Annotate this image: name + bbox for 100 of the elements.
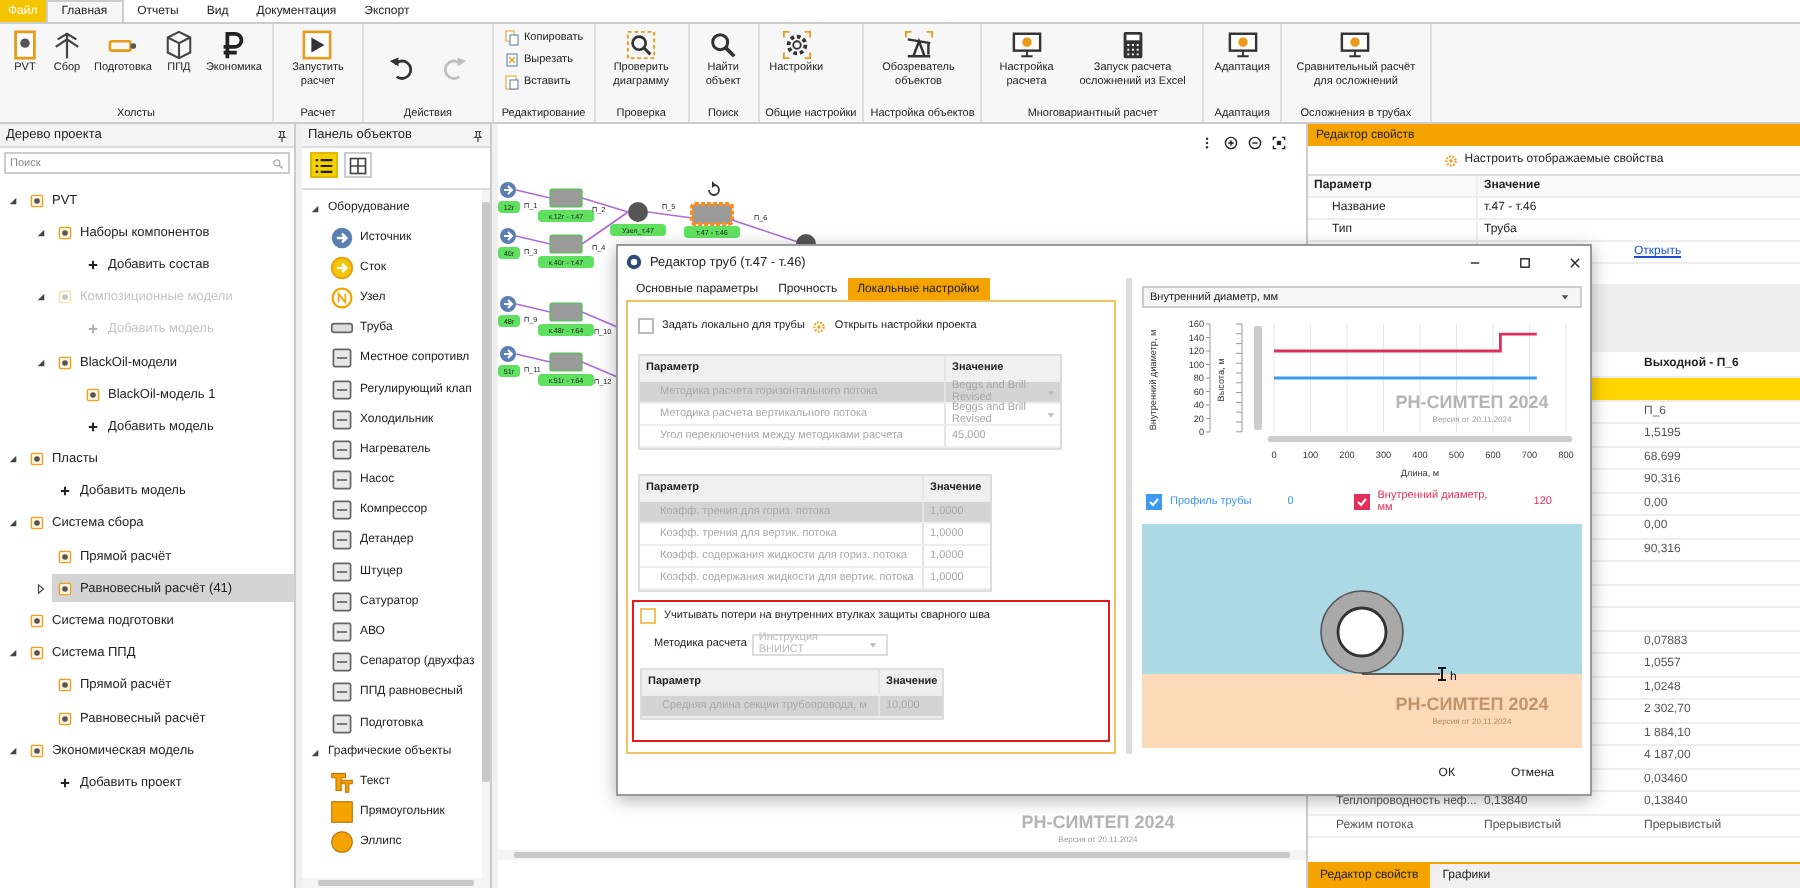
list-view-button[interactable] — [310, 152, 338, 178]
checkbox[interactable] — [638, 318, 654, 334]
equipment-icon — [330, 528, 354, 553]
expander-icon[interactable] — [36, 583, 46, 594]
caret-icon — [868, 639, 879, 649]
watermark-title: РН-СИМТЕП 2024 — [1021, 812, 1175, 832]
tree-item-icon — [30, 193, 44, 208]
tree-item-icon — [58, 581, 72, 596]
source-node[interactable] — [500, 296, 516, 312]
monitor-icon — [1340, 30, 1371, 60]
pin-icon[interactable] — [276, 129, 288, 141]
tree-item-icon — [58, 549, 72, 564]
pipe-line[interactable] — [515, 303, 551, 313]
watermark-title: РН-СИМТЕП 2024 — [1395, 694, 1549, 714]
leader-line — [1361, 673, 1441, 675]
expander-icon[interactable] — [36, 227, 46, 238]
plus-icon — [86, 257, 100, 272]
tree-item-icon — [30, 646, 44, 661]
tree-item-icon — [58, 290, 72, 305]
cut-icon — [503, 52, 520, 68]
scrollbar[interactable] — [1254, 326, 1262, 430]
legend-checkbox[interactable] — [1353, 494, 1370, 510]
expander-icon[interactable] — [8, 745, 18, 756]
plus-icon — [86, 322, 100, 337]
source-node[interactable] — [500, 228, 516, 244]
legend-checkbox[interactable] — [1146, 494, 1162, 510]
equipment-icon — [330, 468, 354, 493]
expander-icon[interactable] — [8, 648, 18, 659]
equipment-icon — [330, 589, 354, 614]
scrollbar[interactable] — [302, 878, 490, 888]
arrow-circle-icon — [330, 225, 354, 250]
grid-view-button[interactable] — [344, 152, 372, 178]
equipment-icon — [330, 407, 354, 432]
label-background — [684, 226, 740, 238]
label-background — [538, 324, 594, 336]
source-node[interactable] — [500, 182, 516, 198]
label-background — [498, 365, 520, 377]
copy-icon — [503, 30, 520, 46]
arrow-circle-icon — [330, 255, 354, 280]
label-background — [498, 201, 520, 213]
zoom-in-icon[interactable] — [1224, 136, 1238, 150]
checkbox[interactable] — [640, 608, 656, 624]
rotate-icon[interactable] — [708, 181, 720, 196]
fit-icon[interactable] — [1272, 136, 1286, 150]
equipment-icon — [330, 711, 354, 736]
junction-node[interactable] — [628, 202, 648, 222]
pipe-line[interactable] — [731, 219, 799, 243]
label-background — [538, 374, 594, 386]
expander-icon[interactable] — [8, 454, 18, 465]
plus-icon — [58, 484, 72, 499]
search-icon — [272, 157, 284, 169]
ruble-sign-icon — [218, 30, 249, 60]
label-background — [498, 315, 520, 327]
caret-icon — [1046, 387, 1056, 397]
equipment-icon — [330, 680, 354, 705]
plus-icon — [58, 775, 72, 790]
more-icon[interactable] — [1200, 136, 1214, 150]
search-icon — [708, 30, 739, 60]
tree-item-icon — [58, 711, 72, 726]
scrollbar[interactable] — [498, 850, 1306, 860]
document-icon — [10, 30, 40, 60]
tree-item-icon — [86, 387, 100, 402]
equipment-icon — [330, 377, 354, 402]
tree-item-icon — [58, 355, 72, 370]
equipment-icon — [330, 437, 354, 462]
scrollbar[interactable] — [482, 190, 490, 878]
label-background — [538, 210, 594, 222]
pipe-line[interactable] — [581, 197, 629, 213]
scrollbar[interactable] — [1268, 436, 1572, 442]
equipment-icon — [330, 620, 354, 645]
expander-icon[interactable] — [310, 747, 320, 758]
tree-item-icon — [30, 743, 44, 758]
pin-icon[interactable] — [472, 129, 484, 141]
play-icon — [302, 30, 333, 60]
pipe-line[interactable] — [647, 211, 693, 219]
close-icon[interactable] — [1568, 255, 1582, 269]
expander-icon[interactable] — [310, 203, 320, 213]
paste-icon — [503, 74, 520, 90]
equipment-icon — [330, 559, 354, 584]
caret-icon — [1560, 292, 1570, 302]
pumpjack-icon — [903, 30, 934, 60]
expander-icon[interactable] — [8, 518, 18, 529]
tree-item-icon — [30, 516, 44, 531]
expander-icon[interactable] — [8, 195, 18, 206]
maximize-icon[interactable] — [1518, 255, 1532, 269]
pipe-line[interactable] — [515, 235, 551, 245]
text-tool-icon — [330, 769, 354, 794]
expander-icon[interactable] — [36, 357, 46, 368]
pipe-line[interactable] — [515, 353, 551, 363]
rectangle-icon — [330, 799, 354, 824]
pipe-line[interactable] — [515, 189, 551, 199]
label-background — [610, 224, 666, 236]
cube-icon — [163, 30, 194, 60]
zoom-out-icon[interactable] — [1248, 136, 1262, 150]
tree-item-icon — [58, 678, 72, 693]
equipment-icon — [330, 346, 354, 371]
gear-icon — [1444, 153, 1459, 167]
source-node[interactable] — [500, 346, 516, 362]
monitor-icon — [1227, 30, 1258, 60]
monitor-icon — [1011, 30, 1042, 60]
